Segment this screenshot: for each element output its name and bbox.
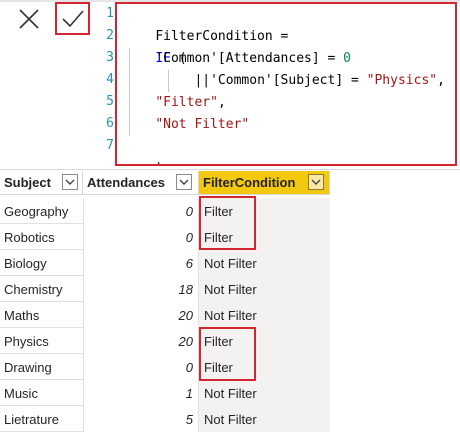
code-line-5: "Filter", <box>124 92 226 114</box>
line-number: 2 <box>106 28 114 43</box>
subject-cell: Geography <box>4 203 69 219</box>
code-line-4: ||'Common'[Subject] = "Physics", <box>124 70 445 92</box>
subject-cell: Physics <box>4 333 49 349</box>
formula-editor[interactable]: FilterCondition = IF ( 'Common'[Attendan… <box>115 2 457 166</box>
attendances-cell: 0 <box>83 224 199 250</box>
line-number: 4 <box>106 72 114 87</box>
filtercondition-cell: Not Filter <box>199 250 330 276</box>
subject-cell: Robotics <box>4 229 55 245</box>
string-literal: "Not Filter" <box>155 117 250 132</box>
table-row[interactable]: Music 1 Not Filter <box>0 380 330 406</box>
comma: , <box>437 73 445 88</box>
code-line-3: 'Common'[Attendances] = 0 <box>124 48 351 70</box>
code-line-7: ) <box>124 136 163 164</box>
subject-cell: Drawing <box>4 359 52 375</box>
filtercondition-cell: Not Filter <box>199 276 330 302</box>
chevron-down-icon <box>65 179 75 185</box>
attendances-cell: 18 <box>83 276 199 302</box>
column-ref: 'Common'[Subject] <box>210 73 344 88</box>
commit-button[interactable] <box>55 2 90 35</box>
filtercondition-cell: Filter <box>199 328 330 354</box>
number-literal: 0 <box>343 51 351 66</box>
attendances-cell: 0 <box>83 354 199 380</box>
attendances-cell: 20 <box>83 328 199 354</box>
line-number: 7 <box>106 138 114 153</box>
attendances-cell: 0 <box>83 198 199 224</box>
chevron-down-icon <box>311 179 321 185</box>
table-row[interactable]: Robotics 0 Filter <box>0 224 330 250</box>
filtercondition-cell: Not Filter <box>199 406 330 432</box>
line-number: 1 <box>106 6 114 21</box>
column-header-attendances[interactable]: Attendances <box>83 171 199 195</box>
operator: = <box>343 73 367 88</box>
table-row[interactable]: Drawing 0 Filter <box>0 354 330 380</box>
table-row[interactable]: Biology 6 Not Filter <box>0 250 330 276</box>
filtercondition-cell: Filter <box>199 354 330 380</box>
chevron-down-icon <box>179 179 189 185</box>
code-line-6: "Not Filter" <box>124 114 249 136</box>
string-literal: "Physics" <box>366 73 438 88</box>
column-filter-dropdown[interactable] <box>308 174 324 190</box>
close-paren: ) <box>155 161 163 164</box>
attendances-cell: 20 <box>83 302 199 328</box>
filtercondition-cell: Filter <box>199 198 330 224</box>
filtercondition-cell: Not Filter <box>199 380 330 406</box>
column-header-label: Attendances <box>87 175 166 190</box>
attendances-cell: 5 <box>83 406 199 432</box>
close-icon <box>19 9 39 29</box>
column-filter-dropdown[interactable] <box>176 174 192 190</box>
subject-cell: Maths <box>4 307 40 323</box>
subject-cell: Lietrature <box>4 411 59 427</box>
column-filter-dropdown[interactable] <box>62 174 78 190</box>
subject-cell: Biology <box>4 255 47 271</box>
column-header-label: Subject <box>4 175 51 190</box>
cancel-button[interactable] <box>7 2 51 36</box>
line-number: 6 <box>106 116 114 131</box>
table-row[interactable]: Physics 20 Filter <box>0 328 330 354</box>
subject-cell: Music <box>4 385 38 401</box>
table-row[interactable]: Lietrature 5 Not Filter <box>0 406 330 432</box>
attendances-cell: 1 <box>83 380 199 406</box>
column-header-subject[interactable]: Subject <box>0 171 83 195</box>
line-number: 3 <box>106 50 114 65</box>
table-row[interactable]: Maths 20 Not Filter <box>0 302 330 328</box>
column-header-label: FilterCondition <box>203 175 296 190</box>
operator: || <box>194 73 211 88</box>
filtercondition-cell: Not Filter <box>199 302 330 328</box>
formula-bar-bottom-border <box>0 169 460 170</box>
comma: , <box>217 95 226 110</box>
checkmark-icon <box>61 9 84 27</box>
table-row[interactable]: Geography 0 Filter <box>0 198 330 224</box>
subject-cell: Chemistry <box>4 281 63 297</box>
attendances-cell: 6 <box>83 250 199 276</box>
column-header-filtercondition[interactable]: FilterCondition <box>199 171 330 195</box>
column-ref: 'Common'[Attendances] <box>155 51 320 66</box>
table-row[interactable]: Chemistry 18 Not Filter <box>0 276 330 302</box>
line-number: 5 <box>106 94 114 109</box>
string-literal: "Filter" <box>155 95 218 110</box>
filtercondition-cell: Filter <box>199 224 330 250</box>
operator: = <box>319 51 344 66</box>
